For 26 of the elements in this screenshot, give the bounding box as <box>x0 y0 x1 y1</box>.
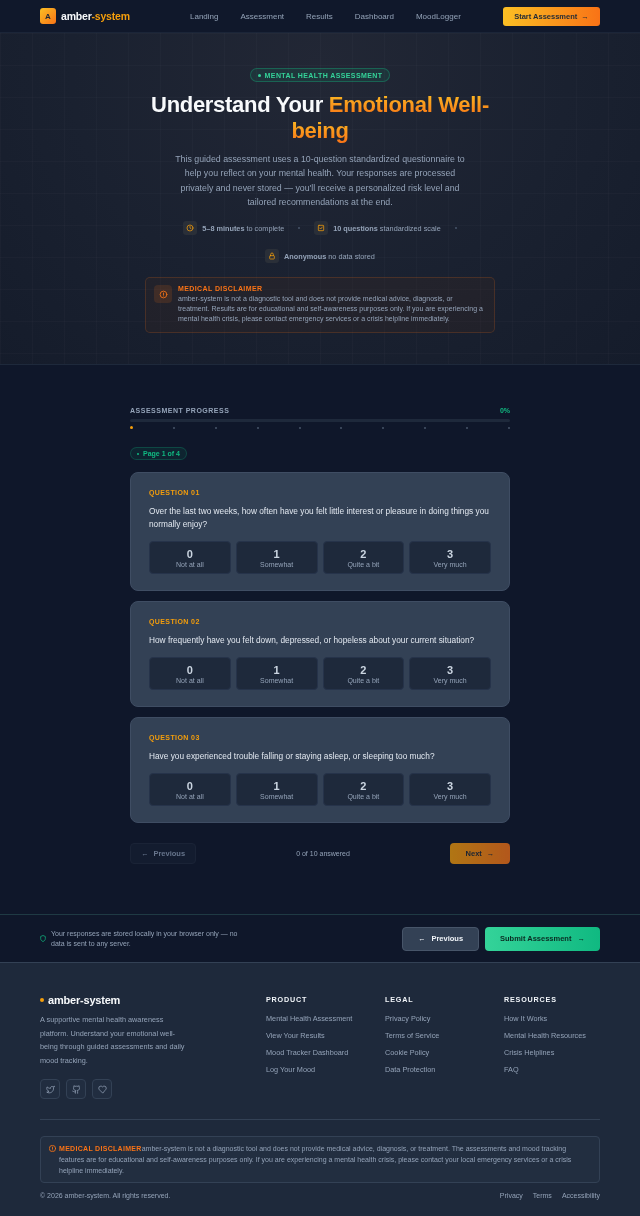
question-text: Have you experienced trouble falling or staying asleep, or sleeping too much? <box>149 750 436 764</box>
lock-icon <box>265 249 280 264</box>
nav-link[interactable]: Results <box>306 11 333 21</box>
alert-icon <box>49 1145 56 1153</box>
brand-name[interactable]: amber-system <box>61 10 130 22</box>
question-text: How frequently have you felt down, depressed, or hopeless about your current situation? <box>149 634 476 648</box>
clock-icon <box>183 221 198 236</box>
dot-icon <box>40 998 44 1003</box>
cat-icon <box>71 1084 81 1094</box>
alert-icon <box>154 285 172 304</box>
nav-link[interactable]: MoodLogger <box>415 11 461 21</box>
social-link[interactable] <box>92 1079 112 1100</box>
heart-icon <box>97 1084 107 1094</box>
intro-paragraph: This guided assessment uses a 10-question standardized questionnaire to help you reflect on your mental health. Your responses are processed privately and never stored — you'll receive a personalized risk level and tailored recommendations at the end. <box>174 153 466 209</box>
nav-link[interactable]: Landing <box>190 11 219 21</box>
social-link[interactable] <box>40 1079 60 1100</box>
nav-link[interactable]: Dashboard <box>354 11 394 21</box>
nav-link[interactable]: Assessment <box>240 11 285 21</box>
dot-icon <box>257 73 261 77</box>
checkbox-icon <box>314 221 329 236</box>
logo-tile: A <box>40 8 56 24</box>
question-text: Over the last two weeks, how often have you felt little interest or pleasure in doing things you normally enjoy? <box>149 505 490 532</box>
footer-brand-name: amber-system <box>48 994 121 1007</box>
social-link[interactable] <box>66 1079 86 1100</box>
shield-icon <box>40 935 46 943</box>
bird-icon <box>45 1084 55 1094</box>
